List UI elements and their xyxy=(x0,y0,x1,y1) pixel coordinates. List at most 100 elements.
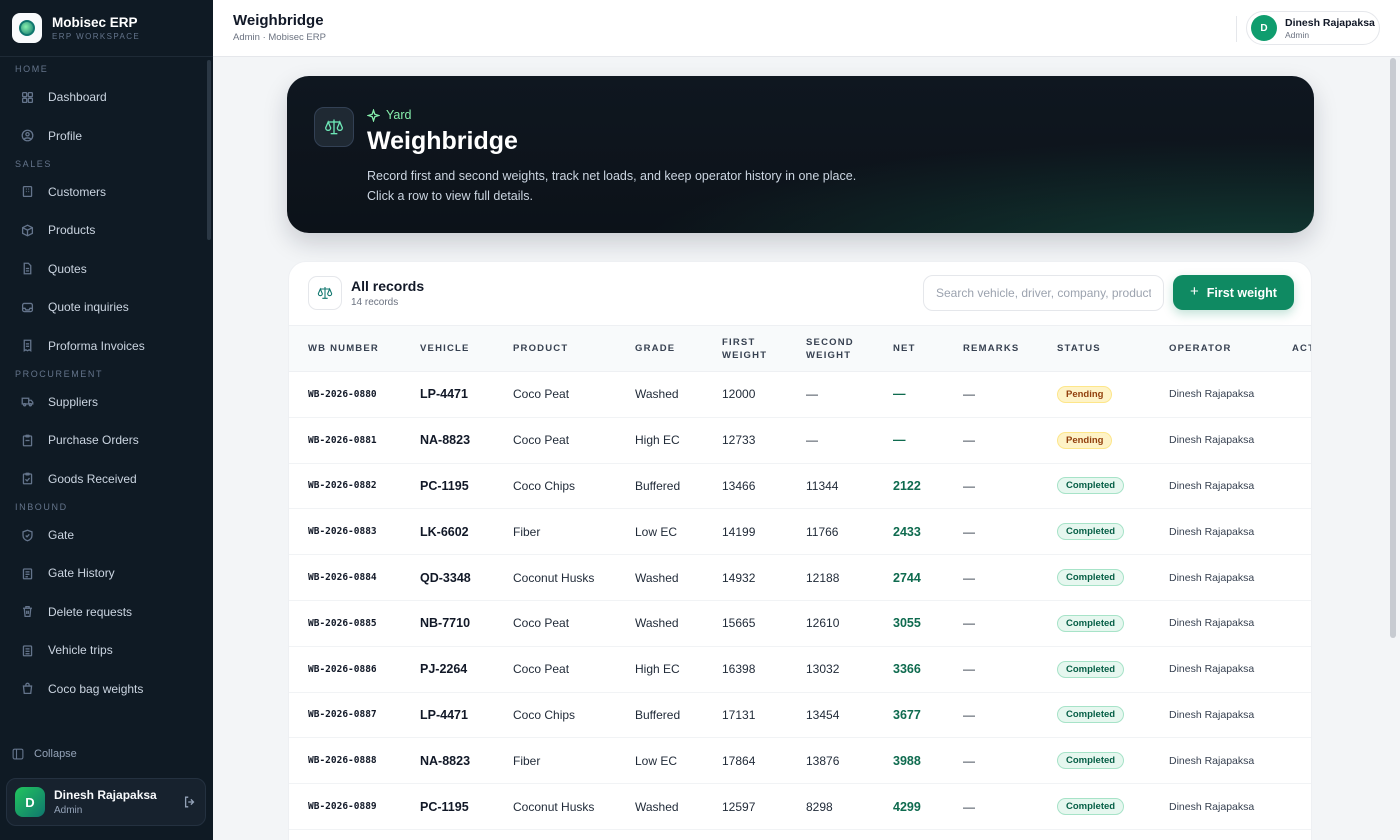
truck-icon xyxy=(21,398,34,407)
table-row[interactable]: WB-2026-0888 NA-8823 Fiber Low EC 17864 13876… xyxy=(289,738,1311,784)
cell-first: 12000 xyxy=(722,387,756,402)
building-icon xyxy=(22,186,33,198)
cell-grade: Low EC xyxy=(635,753,678,768)
sidebar-item-quote-inquiries[interactable]: Quote inquiries xyxy=(0,288,205,326)
sidebar-item-vehicle-trips[interactable]: Vehicle trips xyxy=(0,631,205,669)
user-circle-icon xyxy=(21,129,34,142)
column-header-remarks[interactable]: REMARKS xyxy=(944,326,1038,372)
cell-actions[interactable] xyxy=(1273,463,1311,509)
cell-actions[interactable] xyxy=(1273,692,1311,738)
sidebar-scrollbar[interactable] xyxy=(207,60,211,240)
table-row[interactable]: WB-2026-0886 PJ-2264 Coco Peat High EC 16398… xyxy=(289,646,1311,693)
sidebar-item-profile[interactable]: Profile xyxy=(0,116,205,154)
cell-net: 2433 xyxy=(893,524,921,539)
table-row[interactable]: WB-2026-0887 LP-4471 Coco Chips Buffered 171… xyxy=(289,692,1311,738)
sidebar-item-products[interactable]: Products xyxy=(0,211,205,249)
hero-tag-label: Yard xyxy=(386,108,412,122)
column-header-wb-number[interactable]: WB NUMBER xyxy=(289,326,401,372)
sidebar-item-coco-bag-weights[interactable]: Coco bag weights xyxy=(0,669,205,707)
cell-operator: Dinesh Rajapaksa xyxy=(1169,754,1255,767)
cell-grade: Buffered xyxy=(635,478,681,493)
cell-grade: Low EC xyxy=(635,524,678,539)
column-header-vehicle[interactable]: VEHICLE xyxy=(401,326,494,372)
table-header-row: WB NUMBER VEHICLE PRODUCT GRADE FIRST WEIGHT S… xyxy=(289,325,1311,372)
status-badge: Completed xyxy=(1057,569,1125,587)
sidebar-item-proforma-invoices[interactable]: Proforma Invoices xyxy=(0,326,205,364)
search-input[interactable] xyxy=(923,275,1164,311)
cell-actions[interactable] xyxy=(1273,509,1311,555)
sidebar-item-gate-history[interactable]: Gate History xyxy=(0,554,205,592)
cell-vehicle: LK-6602 xyxy=(420,524,469,539)
table-row[interactable]: WB-2026-0883 LK-6602 Fiber Low EC 14199 11766… xyxy=(289,509,1311,555)
header-divider xyxy=(1236,16,1237,42)
cell-wb: WB-2026-0889 xyxy=(308,801,377,813)
column-header-first-weight[interactable]: FIRST WEIGHT xyxy=(703,326,787,372)
logout-icon[interactable] xyxy=(183,795,197,809)
cell-status: Completed xyxy=(1038,555,1150,601)
sidebar-item-label: Profile xyxy=(48,128,83,143)
cell-net: — xyxy=(893,387,906,402)
sidebar-item-purchase-orders[interactable]: Purchase Orders xyxy=(0,421,205,459)
collapse-button[interactable]: Collapse xyxy=(12,748,77,760)
column-header-act[interactable]: ACT xyxy=(1273,326,1311,372)
cell-operator: Dinesh Rajapaksa xyxy=(1169,708,1255,721)
sidebar-user-card[interactable]: D Dinesh Rajapaksa Admin xyxy=(6,778,206,826)
first-weight-button[interactable]: + First weight xyxy=(1173,275,1294,310)
status-badge: Completed xyxy=(1057,706,1125,724)
column-header-second-weight[interactable]: SECOND WEIGHT xyxy=(787,326,874,372)
cell-first: 12597 xyxy=(722,799,756,814)
sidebar-item-label: Purchase Orders xyxy=(48,433,139,448)
cell-actions[interactable] xyxy=(1273,646,1311,692)
table-row[interactable]: WB-2026-0882 PC-1195 Coco Chips Buffered 134… xyxy=(289,463,1311,509)
column-header-operator[interactable]: OPERATOR xyxy=(1150,326,1273,372)
sidebar-item-suppliers[interactable]: Suppliers xyxy=(0,383,205,421)
records-count: 14 records xyxy=(351,297,399,308)
brand-subtitle: ERP WORKSPACE xyxy=(52,32,141,41)
cell-net: — xyxy=(893,433,906,448)
status-badge: Pending xyxy=(1057,385,1113,403)
table-row[interactable]: WB-2026-0885 NB-7710 Coco Peat Washed 15665 1… xyxy=(289,600,1311,647)
sidebar-item-label: Delete requests xyxy=(48,604,133,619)
table-row[interactable]: WB-2026-0881 NA-8823 Coco Peat High EC 12733… xyxy=(289,417,1311,464)
page-scrollbar[interactable] xyxy=(1390,58,1396,638)
cell-actions[interactable] xyxy=(1273,600,1311,646)
cell-actions[interactable] xyxy=(1273,417,1311,463)
cell-actions[interactable] xyxy=(1273,555,1311,601)
sidebar-item-gate[interactable]: Gate xyxy=(0,516,205,554)
records-card: All records 14 records + First weight WB… xyxy=(288,261,1312,840)
cell-net: 3366 xyxy=(893,662,921,677)
cell-operator: Dinesh Rajapaksa xyxy=(1169,800,1255,813)
sidebar-item-label: Goods Received xyxy=(48,471,137,486)
header-user-menu[interactable]: D Dinesh Rajapaksa Admin xyxy=(1246,11,1380,45)
cell-remarks: — xyxy=(963,753,975,768)
table-row[interactable]: WB-2026-0889 PC-1195 Coconut Husks Washed 12… xyxy=(289,784,1311,830)
hero-tag: Yard xyxy=(367,108,411,122)
brand[interactable]: Mobisec ERP ERP WORKSPACE xyxy=(0,0,213,57)
hero-title: Weighbridge xyxy=(367,127,518,155)
cell-wb: WB-2026-0883 xyxy=(308,526,377,538)
sidebar-item-label: Proforma Invoices xyxy=(48,338,145,353)
table-row[interactable]: WB-2026-0880 LP-4471 Coco Peat Washed 12000 —… xyxy=(289,372,1311,418)
column-header-grade[interactable]: GRADE xyxy=(616,326,703,372)
cell-remarks: — xyxy=(963,662,975,677)
cell-net: 2744 xyxy=(893,570,921,585)
cell-actions[interactable] xyxy=(1273,784,1311,830)
column-header-product[interactable]: PRODUCT xyxy=(494,326,616,372)
table-row[interactable]: WB-2026-0884 QD-3348 Coconut Husks Washed 14… xyxy=(289,555,1311,601)
route-icon xyxy=(22,645,33,657)
cell-vehicle: PC-1195 xyxy=(420,799,469,814)
column-header-status[interactable]: STATUS xyxy=(1038,326,1150,372)
sidebar-item-goods-received[interactable]: Goods Received xyxy=(0,460,205,498)
cell-remarks: — xyxy=(963,387,975,402)
cell-actions[interactable] xyxy=(1273,372,1311,418)
column-header-net[interactable]: NET xyxy=(874,326,944,372)
sidebar-item-delete-requests[interactable]: Delete requests xyxy=(0,593,205,631)
sidebar-item-dashboard[interactable]: Dashboard xyxy=(0,78,205,116)
cell-second: 11766 xyxy=(806,524,839,539)
cell-operator: Dinesh Rajapaksa xyxy=(1169,525,1255,538)
cell-net: 2122 xyxy=(893,478,921,493)
sidebar-item-quotes[interactable]: Quotes xyxy=(0,250,205,288)
cell-first: 17864 xyxy=(722,753,756,768)
cell-actions[interactable] xyxy=(1273,738,1311,784)
sidebar-item-customers[interactable]: Customers xyxy=(0,173,205,211)
